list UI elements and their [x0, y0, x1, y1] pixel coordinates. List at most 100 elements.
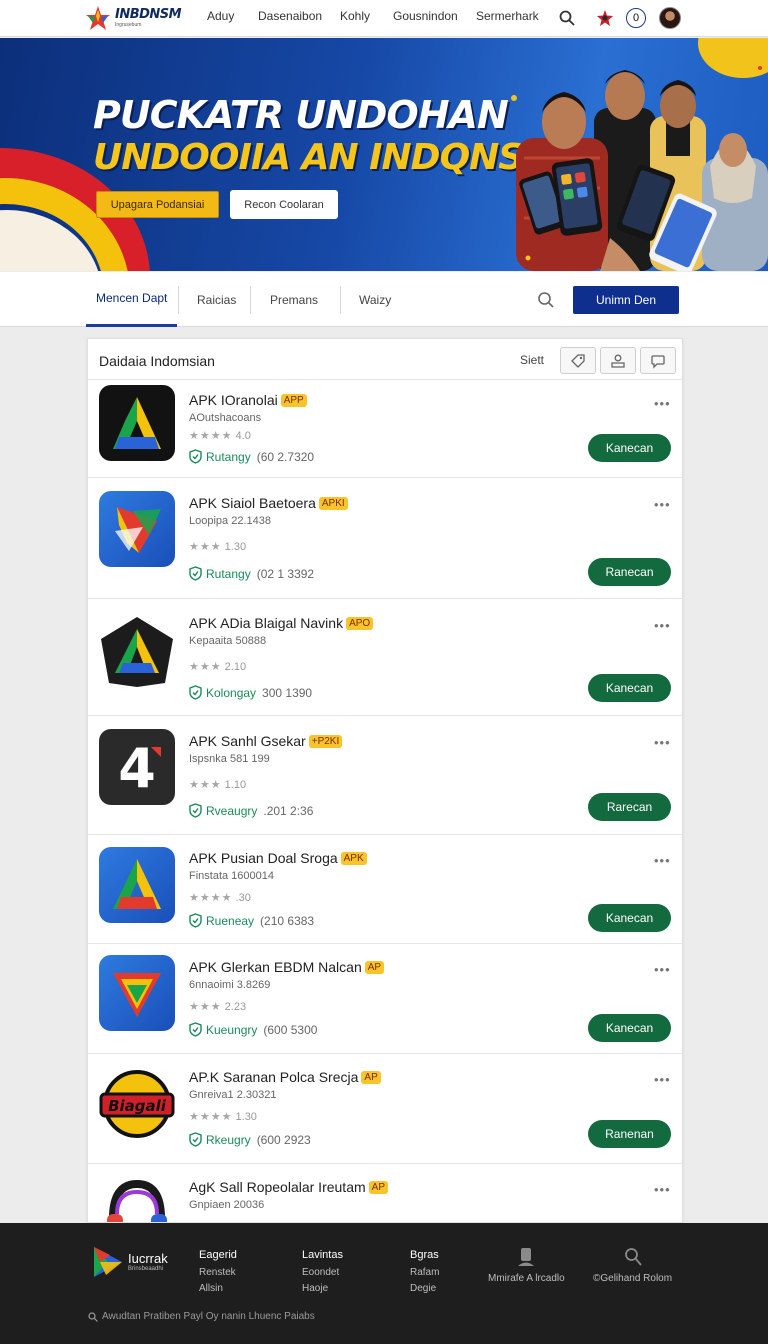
- hero-title-line1: PUCKATR UNDOHAN: [93, 93, 509, 137]
- tag-filter-button[interactable]: [560, 347, 596, 374]
- apk-badge: AP: [361, 1070, 381, 1084]
- star-rating-icon: ★★★★: [189, 892, 233, 904]
- footer-link[interactable]: Rafam: [410, 1265, 439, 1281]
- brand-star-icon: [86, 6, 110, 30]
- download-button[interactable]: Kanecan: [588, 904, 671, 932]
- list-item[interactable]: APK Pusian Doal Sroga APK Finstata 160001…: [88, 834, 682, 943]
- more-options-icon[interactable]: •••: [654, 962, 671, 977]
- apk-badge: APO: [346, 616, 374, 630]
- star-rating-icon: ★★★★: [189, 1111, 233, 1123]
- tab-4[interactable]: Waizy: [359, 272, 391, 327]
- download-button[interactable]: Rarecan: [588, 793, 671, 821]
- app-rating: ★★★ 1.10: [189, 779, 247, 791]
- nav-link-3[interactable]: Kohly: [340, 9, 370, 23]
- avatar-image: [659, 7, 681, 29]
- sort-label[interactable]: Siett: [520, 353, 544, 367]
- svg-text:Biagali: Biagali: [108, 1097, 167, 1115]
- download-button[interactable]: Ranenan: [588, 1120, 671, 1148]
- app-meta: Rveaugry .201 2:36: [189, 803, 313, 818]
- more-options-icon[interactable]: •••: [654, 618, 671, 633]
- app-downloads: (600 2923: [256, 1132, 311, 1147]
- star-rating-icon: ★★★★: [189, 430, 233, 442]
- list-item[interactable]: APK Siaiol Baetoera APKI Loopipa 22.1438 …: [88, 477, 682, 598]
- footer-brand-name: Iucrrak: [128, 1250, 168, 1266]
- footer-bottom-text: Awudtan Pratiben Payl Oy nanin Lhuenc Pa…: [102, 1311, 315, 1322]
- nav-link-2[interactable]: Dasenaibon: [258, 9, 322, 23]
- chat-button[interactable]: [640, 347, 676, 374]
- tag-icon: [571, 353, 585, 368]
- more-options-icon[interactable]: •••: [654, 735, 671, 750]
- footer-link[interactable]: Renstek: [199, 1265, 237, 1281]
- search-icon: [624, 1248, 642, 1266]
- footer-action-label: ©Gelihand Rolom: [593, 1273, 673, 1284]
- subnav-action-button[interactable]: Unimn Den: [573, 286, 679, 314]
- more-options-icon[interactable]: •••: [654, 853, 671, 868]
- star-rating-icon: ★★★: [189, 541, 222, 553]
- verified-shield-icon: [189, 685, 202, 700]
- nav-link-4[interactable]: Gousnindon: [393, 9, 458, 23]
- hero-primary-button[interactable]: Upagara Podansiai: [96, 191, 219, 218]
- app-icon: 4: [99, 729, 175, 805]
- footer: Iucrrak Brinsbeaadhi Eagerid Renstek All…: [0, 1223, 768, 1344]
- footer-column-1: Eagerid Renstek Allsin: [199, 1247, 237, 1297]
- hero-people-illustration: [511, 66, 768, 271]
- footer-link[interactable]: Degie: [410, 1281, 439, 1297]
- verified-label: Rveaugry: [206, 803, 258, 818]
- verified-label: Rutangy: [206, 566, 251, 581]
- app-subtitle: AOutshacoans: [189, 412, 262, 424]
- search-icon[interactable]: [536, 290, 556, 310]
- app-name: APK Siaiol Baetoera APKI: [189, 495, 348, 511]
- hero-secondary-button[interactable]: Recon Coolaran: [230, 190, 338, 219]
- nav-link-5[interactable]: Sermerhark: [476, 9, 539, 23]
- brand-tagline: Ingrusebum: [115, 22, 142, 28]
- app-meta: Rueneay (210 6383: [189, 913, 314, 928]
- list-item[interactable]: APK IOranolai APP AOutshacoans ★★★★ 4.0 R…: [88, 379, 682, 477]
- footer-action-2[interactable]: ©Gelihand Rolom: [593, 1247, 672, 1284]
- footer-link[interactable]: Eoondet: [302, 1265, 343, 1281]
- download-button[interactable]: Kanecan: [588, 1014, 671, 1042]
- tab-1[interactable]: Mencen Dapt: [86, 272, 178, 327]
- footer-link[interactable]: Haoje: [302, 1281, 343, 1297]
- nav-link-1[interactable]: Aduy: [207, 9, 234, 23]
- app-rating: ★★★★ 1.30: [189, 1111, 257, 1123]
- more-options-icon[interactable]: •••: [654, 1072, 671, 1087]
- app-icon: [99, 491, 175, 567]
- download-button[interactable]: Ranecan: [588, 558, 671, 586]
- app-name: AgK Sall Ropeolalar Ireutam AP: [189, 1179, 388, 1195]
- list-item[interactable]: APK ADia Blaigal Navink APO Kepaaita 5088…: [88, 598, 682, 715]
- download-button[interactable]: Kanecan: [588, 674, 671, 702]
- more-options-icon[interactable]: •••: [654, 497, 671, 512]
- app-subtitle: Kepaaita 50888: [189, 635, 267, 647]
- tab-3[interactable]: Premans: [270, 272, 318, 327]
- flag-icon[interactable]: [592, 5, 618, 31]
- notification-badge[interactable]: 0: [623, 5, 649, 31]
- user-avatar[interactable]: [657, 5, 683, 31]
- brand-name: INBDNSM: [115, 7, 182, 22]
- footer-brand[interactable]: Iucrrak Brinsbeaadhi: [92, 1245, 168, 1279]
- list-item[interactable]: AgK Sall Ropeolalar Ireutam AP Gnpiaen 20…: [88, 1163, 682, 1222]
- more-options-icon[interactable]: •••: [654, 1182, 671, 1197]
- footer-link[interactable]: Allsin: [199, 1281, 237, 1297]
- list-item[interactable]: APK Glerkan EBDM Nalcan AP 6nnaoimi 3.826…: [88, 943, 682, 1053]
- apk-badge: AP: [364, 960, 385, 974]
- app-subtitle: Finstata 1600014: [189, 870, 275, 882]
- share-button[interactable]: [600, 347, 636, 374]
- more-options-icon[interactable]: •••: [654, 396, 671, 411]
- brand-logo[interactable]: INBDNSM Ingrusebum: [85, 4, 182, 32]
- search-icon[interactable]: [554, 5, 580, 31]
- app-name: APK ADia Blaigal Navink APO: [189, 615, 374, 631]
- footer-action-label: Mmirafe A lrcadlo: [488, 1273, 565, 1284]
- category-tabs-bar: Mencen Dapt Raicias Premans Waizy Unimn …: [0, 272, 768, 327]
- verified-shield-icon: [189, 449, 202, 464]
- footer-col-heading: Lavintas: [302, 1249, 343, 1261]
- list-item[interactable]: Biagali AP.K Saranan Polca Srecja AP Gnre…: [88, 1053, 682, 1163]
- list-item[interactable]: 4 APK Sanhl Gsekar +P2KI Ispsnka 581 199 …: [88, 715, 682, 834]
- star-rating-icon: ★★★: [189, 779, 222, 791]
- app-downloads: (210 6383: [260, 913, 315, 928]
- download-button[interactable]: Kanecan: [588, 434, 671, 462]
- footer-col-heading: Eagerid: [199, 1249, 237, 1261]
- app-name: APK Sanhl Gsekar +P2KI: [189, 733, 343, 749]
- tab-2[interactable]: Raicias: [197, 272, 236, 327]
- apk-badge: APP: [280, 393, 307, 407]
- footer-action-1[interactable]: Mmirafe A lrcadlo: [488, 1247, 565, 1284]
